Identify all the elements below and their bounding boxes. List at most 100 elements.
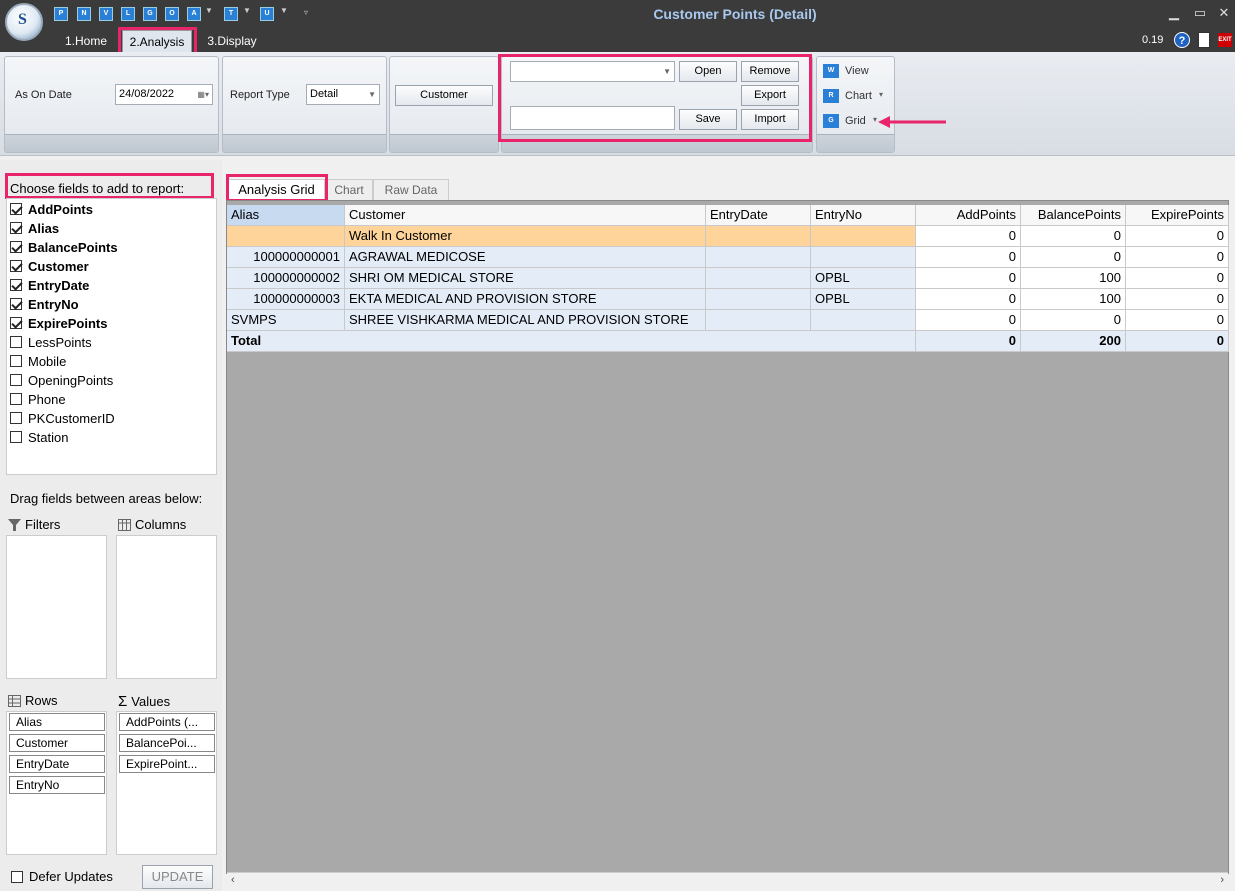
checkbox-entrydate[interactable] — [10, 279, 22, 291]
cell-expirepoints[interactable]: 0 — [1126, 310, 1229, 331]
quick-u-icon[interactable]: U — [260, 7, 274, 21]
chart-icon[interactable]: R — [823, 89, 839, 103]
cell-alias[interactable]: 100000000002 — [227, 268, 345, 289]
checkbox-openingpoints[interactable] — [10, 374, 22, 386]
quick-a-dropdown-icon[interactable]: ▼ — [205, 6, 213, 15]
help-icon[interactable]: ? — [1174, 32, 1190, 48]
field-item-alias[interactable]: Alias — [10, 219, 59, 237]
cell-alias[interactable]: 100000000003 — [227, 289, 345, 310]
quick-t-dropdown-icon[interactable]: ▼ — [243, 6, 251, 15]
header-customer[interactable]: Customer — [345, 205, 706, 226]
quick-o-icon[interactable]: O — [165, 7, 179, 21]
remove-button[interactable]: Remove — [741, 61, 799, 82]
cell-customer[interactable]: SHRI OM MEDICAL STORE — [345, 268, 706, 289]
defer-updates-checkbox[interactable]: Defer Updates — [11, 869, 113, 884]
cell-customer[interactable]: SHREE VISHKARMA MEDICAL AND PROVISION ST… — [345, 310, 706, 331]
checkbox-customer[interactable] — [10, 260, 22, 272]
row-field-entrydate[interactable]: EntryDate — [9, 755, 105, 773]
field-item-station[interactable]: Station — [10, 428, 68, 446]
cell-alias[interactable]: 100000000001 — [227, 247, 345, 268]
cell-balancepoints[interactable]: 100 — [1021, 289, 1126, 310]
chevron-down-icon[interactable]: ▼ — [663, 62, 671, 81]
document-icon[interactable] — [1198, 32, 1210, 48]
cell-entrydate[interactable] — [706, 268, 811, 289]
as-on-date-picker[interactable]: 24/08/2022 ▦▾ — [115, 84, 213, 105]
checkbox-addpoints[interactable] — [10, 203, 22, 215]
checkbox-expirepoints[interactable] — [10, 317, 22, 329]
cell-balancepoints[interactable]: 100 — [1021, 268, 1126, 289]
header-entryno[interactable]: EntryNo — [811, 205, 916, 226]
calendar-icon[interactable]: ▦▾ — [197, 85, 209, 104]
chevron-down-icon[interactable]: ▼ — [368, 85, 376, 104]
maximize-icon[interactable]: ▭ — [1191, 5, 1209, 21]
cell-addpoints[interactable]: 0 — [916, 310, 1021, 331]
view-button[interactable]: View — [845, 65, 869, 77]
checkbox-phone[interactable] — [10, 393, 22, 405]
cell-customer[interactable]: AGRAWAL MEDICOSE — [345, 247, 706, 268]
horizontal-scrollbar[interactable]: ‹ › — [227, 872, 1228, 889]
cell-entrydate[interactable] — [706, 247, 811, 268]
total-addpoints[interactable]: 0 — [916, 331, 1021, 352]
defer-updates-box[interactable] — [11, 870, 23, 883]
checkbox-lesspoints[interactable] — [10, 336, 22, 348]
total-expirepoints[interactable]: 0 — [1126, 331, 1229, 352]
header-addpoints[interactable]: AddPoints — [916, 205, 1021, 226]
cell-entryno[interactable]: OPBL — [811, 289, 916, 310]
checkbox-pkcustomerid[interactable] — [10, 412, 22, 424]
values-area[interactable] — [116, 711, 217, 855]
cell-addpoints[interactable]: 0 — [916, 289, 1021, 310]
quick-u-dropdown-icon[interactable]: ▼ — [280, 6, 288, 15]
cell-expirepoints[interactable]: 0 — [1126, 268, 1229, 289]
total-label[interactable]: Total — [227, 331, 916, 352]
layout-select[interactable]: ▼ — [510, 61, 675, 82]
cell-entryno[interactable]: OPBL — [811, 268, 916, 289]
field-item-phone[interactable]: Phone — [10, 390, 66, 408]
tab-home[interactable]: 1.Home — [55, 30, 117, 52]
quick-a-icon[interactable]: A — [187, 7, 201, 21]
field-item-openingpoints[interactable]: OpeningPoints — [10, 371, 113, 389]
field-item-pkcustomerid[interactable]: PKCustomerID — [10, 409, 115, 427]
cell-entryno[interactable] — [811, 226, 916, 247]
quick-p-icon[interactable]: P — [54, 7, 68, 21]
cell-entrydate[interactable] — [706, 310, 811, 331]
checkbox-mobile[interactable] — [10, 355, 22, 367]
quick-v-icon[interactable]: V — [99, 7, 113, 21]
cell-balancepoints[interactable]: 0 — [1021, 226, 1126, 247]
checkbox-balancepoints[interactable] — [10, 241, 22, 253]
cell-entryno[interactable] — [811, 247, 916, 268]
cell-alias[interactable]: SVMPS — [227, 310, 345, 331]
cell-entrydate[interactable] — [706, 226, 811, 247]
field-item-balancepoints[interactable]: BalancePoints — [10, 238, 118, 256]
row-field-alias[interactable]: Alias — [9, 713, 105, 731]
field-item-lesspoints[interactable]: LessPoints — [10, 333, 92, 351]
checkbox-alias[interactable] — [10, 222, 22, 234]
cell-alias[interactable] — [227, 226, 345, 247]
value-field-addpoints[interactable]: AddPoints (... — [119, 713, 215, 731]
chart-dropdown-icon[interactable]: ▾ — [879, 90, 883, 99]
view-icon[interactable]: W — [823, 64, 839, 78]
quick-n-icon[interactable]: N — [77, 7, 91, 21]
row-field-entryno[interactable]: EntryNo — [9, 776, 105, 794]
cell-addpoints[interactable]: 0 — [916, 247, 1021, 268]
field-item-addpoints[interactable]: AddPoints — [10, 200, 93, 218]
checkbox-entryno[interactable] — [10, 298, 22, 310]
layout-name-input[interactable] — [510, 106, 675, 130]
cell-entrydate[interactable] — [706, 289, 811, 310]
field-item-customer[interactable]: Customer — [10, 257, 89, 275]
quick-t-icon[interactable]: T — [224, 7, 238, 21]
customize-toolbar-icon[interactable]: ▿ — [304, 8, 308, 17]
row-field-customer[interactable]: Customer — [9, 734, 105, 752]
header-expirepoints[interactable]: ExpirePoints — [1126, 205, 1229, 226]
field-item-expirepoints[interactable]: ExpirePoints — [10, 314, 107, 332]
cell-expirepoints[interactable]: 0 — [1126, 289, 1229, 310]
export-button[interactable]: Export — [741, 85, 799, 106]
scroll-right-icon[interactable]: › — [1220, 874, 1224, 886]
cell-customer[interactable]: EKTA MEDICAL AND PROVISION STORE — [345, 289, 706, 310]
tab-analysis[interactable]: 2.Analysis — [122, 30, 192, 52]
chart-button[interactable]: Chart — [845, 90, 872, 102]
tab-raw-data[interactable]: Raw Data — [373, 179, 449, 201]
header-alias[interactable]: Alias — [227, 205, 345, 226]
tab-display[interactable]: 3.Display — [200, 30, 264, 52]
header-balancepoints[interactable]: BalancePoints — [1021, 205, 1126, 226]
filters-area[interactable] — [6, 535, 107, 679]
